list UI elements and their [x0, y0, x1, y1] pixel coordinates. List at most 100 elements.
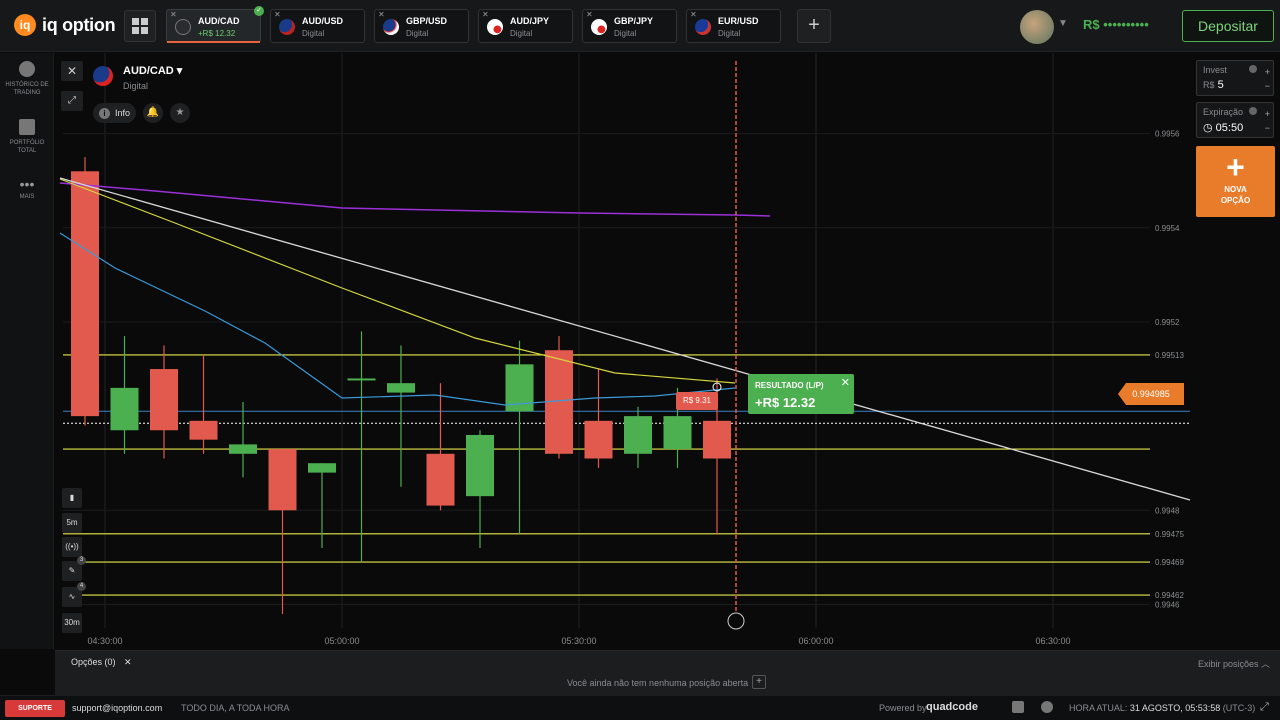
- slogan: TODO DIA, A TODA HORA: [181, 703, 290, 713]
- candle-body: [466, 434, 494, 497]
- star-icon[interactable]: ★: [170, 103, 190, 123]
- expiry-value[interactable]: ◷ 05:50: [1203, 121, 1243, 134]
- logo[interactable]: iq iq option: [14, 14, 116, 36]
- info-button[interactable]: i Info: [93, 103, 137, 123]
- trade-label: R$ 9.31: [676, 392, 718, 410]
- tab-aud-cad[interactable]: ✕ ✓ AUD/CAD +R$ 12.32: [166, 6, 264, 43]
- deposit-button[interactable]: Depositar: [1182, 10, 1274, 42]
- timeframe-5m-button[interactable]: 5m: [62, 513, 82, 533]
- balance-display[interactable]: R$ ••••••••••: [1083, 17, 1149, 32]
- close-tab-icon[interactable]: ✕: [586, 10, 593, 19]
- expand-icon[interactable]: ⤢: [61, 91, 83, 111]
- avatar[interactable]: [1020, 10, 1054, 44]
- tab-gbp-jpy[interactable]: ✕ GBP/JPY Digital: [582, 9, 677, 43]
- price-tick-label: 0.9956: [1155, 130, 1180, 139]
- tab-type: Digital: [406, 29, 429, 38]
- tab-pair: GBP/USD: [406, 16, 448, 26]
- active-tab-indicator: [167, 41, 260, 43]
- result-popup[interactable]: RESULTADO (L/P) +R$ 12.32 ✕: [748, 374, 854, 414]
- sidebar-item-portfolio[interactable]: PORTFÓLIO TOTAL: [0, 119, 54, 155]
- indicators-button[interactable]: ((•)): [62, 537, 82, 557]
- tab-aud-jpy[interactable]: ✕ AUD/JPY Digital: [478, 9, 573, 43]
- close-chart-button[interactable]: ✕: [61, 61, 83, 81]
- close-tab-icon[interactable]: ✕: [274, 10, 281, 19]
- plus-icon: +: [1226, 149, 1245, 185]
- logo-icon: iq: [14, 14, 36, 36]
- price-tick-label: 0.99469: [1155, 558, 1184, 567]
- close-tab-icon[interactable]: ✕: [690, 10, 697, 19]
- tab-type: Digital: [718, 29, 741, 38]
- bell-icon[interactable]: 🔔: [143, 103, 163, 123]
- sidebar-item-history[interactable]: HISTÓRICO DE TRADING: [0, 61, 54, 97]
- tab-gbp-usd[interactable]: ✕ GBP/USD Digital: [374, 9, 469, 43]
- invest-label: Invest: [1203, 65, 1228, 75]
- tab-type: Digital: [510, 29, 533, 38]
- gear-icon[interactable]: [1041, 701, 1053, 713]
- tab-aud-usd[interactable]: ✕ AUD/USD Digital: [270, 9, 365, 43]
- current-time: HORA ATUAL: 31 AGOSTO, 05:53:58 (UTC-3): [1069, 703, 1256, 713]
- clock-icon: [19, 61, 35, 77]
- powered-by-label: Powered by: [879, 703, 927, 713]
- chart-area[interactable]: 04:30:00 05:00:00 05:30:00 06:00:00 06:30:00…: [55, 53, 1280, 650]
- close-tab-icon[interactable]: ✕: [482, 10, 489, 19]
- candle-body: [703, 420, 731, 459]
- footer: SUPORTE support@iqoption.com TODO DIA, A…: [0, 695, 1280, 720]
- sidebar: HISTÓRICO DE TRADING PORTFÓLIO TOTAL •••…: [0, 53, 54, 649]
- sidebar-item-more[interactable]: ••• MAIS: [0, 177, 54, 201]
- price-chart[interactable]: 04:30:00 05:00:00 05:30:00 06:00:00 06:30:00…: [55, 53, 1280, 650]
- fullscreen-icon[interactable]: ⤢: [1260, 701, 1272, 713]
- trade-panel: Invest R$ 5 + − Expiração ◷ 05:50 + −: [1196, 60, 1276, 144]
- expiry-field[interactable]: Expiração ◷ 05:50 + −: [1196, 102, 1274, 138]
- candle-body: [387, 383, 415, 393]
- tab-pair: GBP/JPY: [614, 16, 654, 26]
- candle-body: [229, 444, 257, 454]
- close-icon[interactable]: ✕: [841, 376, 850, 389]
- invest-value[interactable]: R$ 5: [1203, 79, 1224, 91]
- invest-field[interactable]: Invest R$ 5 + −: [1196, 60, 1274, 96]
- wave-icon[interactable]: ∿ 4: [62, 582, 86, 607]
- add-tab-button[interactable]: +: [797, 9, 831, 43]
- support-button[interactable]: SUPORTE: [5, 700, 65, 717]
- no-positions-text: Você ainda não tem nenhuma posição abert…: [567, 678, 749, 688]
- price-tick-label: 0.99513: [1155, 351, 1184, 360]
- asset-grid-button[interactable]: [124, 10, 156, 42]
- show-positions-link[interactable]: Exibir posições ︿: [1198, 657, 1270, 670]
- quadcode-logo[interactable]: quadcode: [926, 701, 978, 713]
- support-email-link[interactable]: support@iqoption.com: [72, 703, 162, 713]
- briefcase-icon: [19, 119, 35, 135]
- new-option-button[interactable]: + NOVA OPÇÃO: [1196, 146, 1275, 217]
- result-value: +R$ 12.32: [755, 395, 816, 410]
- pencil-icon[interactable]: ✎ 3: [62, 556, 86, 581]
- stepper-icon[interactable]: + −: [1265, 107, 1270, 135]
- candle-body: [110, 387, 139, 431]
- tab-type: Digital: [302, 29, 325, 38]
- candle-body: [71, 171, 99, 417]
- time-tick-label: 06:30:00: [1035, 636, 1070, 646]
- candle-body: [624, 416, 652, 454]
- tab-profit: +R$ 12.32: [198, 29, 236, 38]
- sidebar-item-label: MAIS: [19, 194, 35, 200]
- flag-icon: [591, 19, 607, 35]
- candle-type-button[interactable]: ▮: [62, 488, 82, 508]
- tab-eur-usd[interactable]: ✕ EUR/USD Digital: [686, 9, 781, 43]
- current-price-tag: 0.994985: [1118, 383, 1184, 405]
- help-icon[interactable]: [1249, 65, 1257, 73]
- close-tab-icon[interactable]: ✕: [378, 10, 385, 19]
- sidebar-item-label: PORTFÓLIO TOTAL: [9, 140, 45, 154]
- volume-icon[interactable]: [1012, 701, 1024, 713]
- options-tab[interactable]: Opções (0) ✕: [71, 657, 132, 668]
- close-tab-icon[interactable]: ✕: [170, 10, 177, 19]
- asset-name[interactable]: AUD/CAD ▾: [123, 64, 182, 77]
- tab-type: Digital: [614, 29, 637, 38]
- grid-icon: [132, 18, 148, 34]
- chevron-down-icon[interactable]: ▼: [1058, 18, 1068, 29]
- tab-pair: AUD/CAD: [198, 16, 240, 26]
- flag-icon: [93, 66, 113, 86]
- time-tick-label: 06:00:00: [798, 636, 833, 646]
- time-tick-label: 04:30:00: [87, 636, 122, 646]
- help-icon[interactable]: [1249, 107, 1257, 115]
- flag-icon: [175, 19, 191, 35]
- timeframe-30m-button[interactable]: 30m: [62, 613, 82, 633]
- add-position-button[interactable]: +: [752, 675, 766, 689]
- stepper-icon[interactable]: + −: [1265, 65, 1270, 93]
